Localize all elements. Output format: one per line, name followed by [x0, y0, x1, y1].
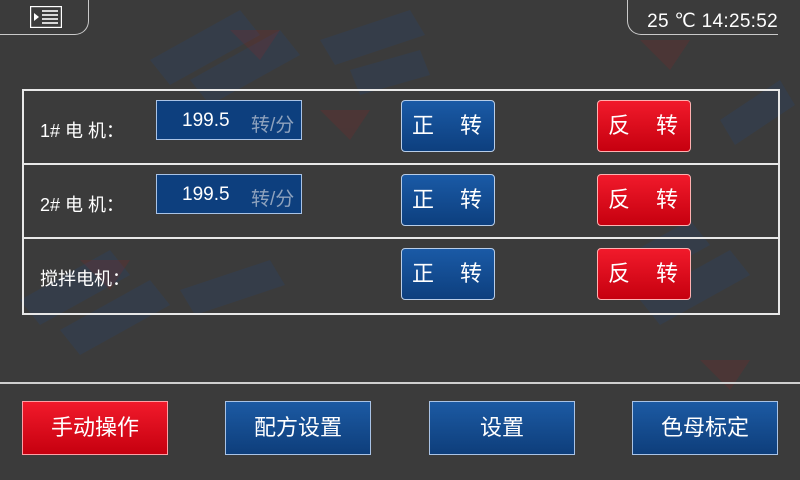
mixer-motor-forward-button[interactable]: 正 转 [401, 248, 495, 300]
motor-2-speed-unit: 转/分 [251, 189, 295, 210]
motor-2-speed-field[interactable]: 199.5 转/分 [156, 174, 302, 214]
mixer-motor-reverse-button[interactable]: 反 转 [597, 248, 691, 300]
motor-control-panel: 1# 电 机： 199.5 转/分 正 转 反 转 2# 电 机： 199.5 … [22, 89, 780, 315]
nav-recipe-settings-button[interactable]: 配方设置 [225, 401, 371, 455]
menu-list-icon[interactable] [29, 5, 63, 29]
motor-row-1: 1# 电 机： 199.5 转/分 正 转 反 转 [24, 91, 778, 165]
motor-1-label: 1# 电 机： [40, 121, 125, 141]
footer-divider [0, 382, 800, 384]
nav-masterbatch-calibration-button[interactable]: 色母标定 [632, 401, 778, 455]
nav-settings-button[interactable]: 设置 [429, 401, 575, 455]
mixer-motor-label: 搅拌电机： [40, 269, 130, 289]
motor-1-reverse-button[interactable]: 反 转 [597, 100, 691, 152]
nav-manual-operation-button[interactable]: 手动操作 [22, 401, 168, 455]
temperature-time-display: 25 ℃ 14:25:52 [647, 11, 778, 32]
motor-1-forward-button[interactable]: 正 转 [401, 100, 495, 152]
motor-row-2: 2# 电 机： 199.5 转/分 正 转 反 转 [24, 163, 778, 239]
motor-1-speed-unit: 转/分 [251, 115, 295, 136]
motor-2-speed-value: 199.5 [182, 184, 230, 205]
motor-1-speed-value: 199.5 [182, 110, 230, 131]
motor-row-3: 搅拌电机： 正 转 反 转 [24, 237, 778, 313]
motor-2-reverse-button[interactable]: 反 转 [597, 174, 691, 226]
header-left-frame [0, 0, 89, 35]
motor-1-speed-field[interactable]: 199.5 转/分 [156, 100, 302, 140]
motor-2-label: 2# 电 机： [40, 195, 125, 215]
motor-2-forward-button[interactable]: 正 转 [401, 174, 495, 226]
